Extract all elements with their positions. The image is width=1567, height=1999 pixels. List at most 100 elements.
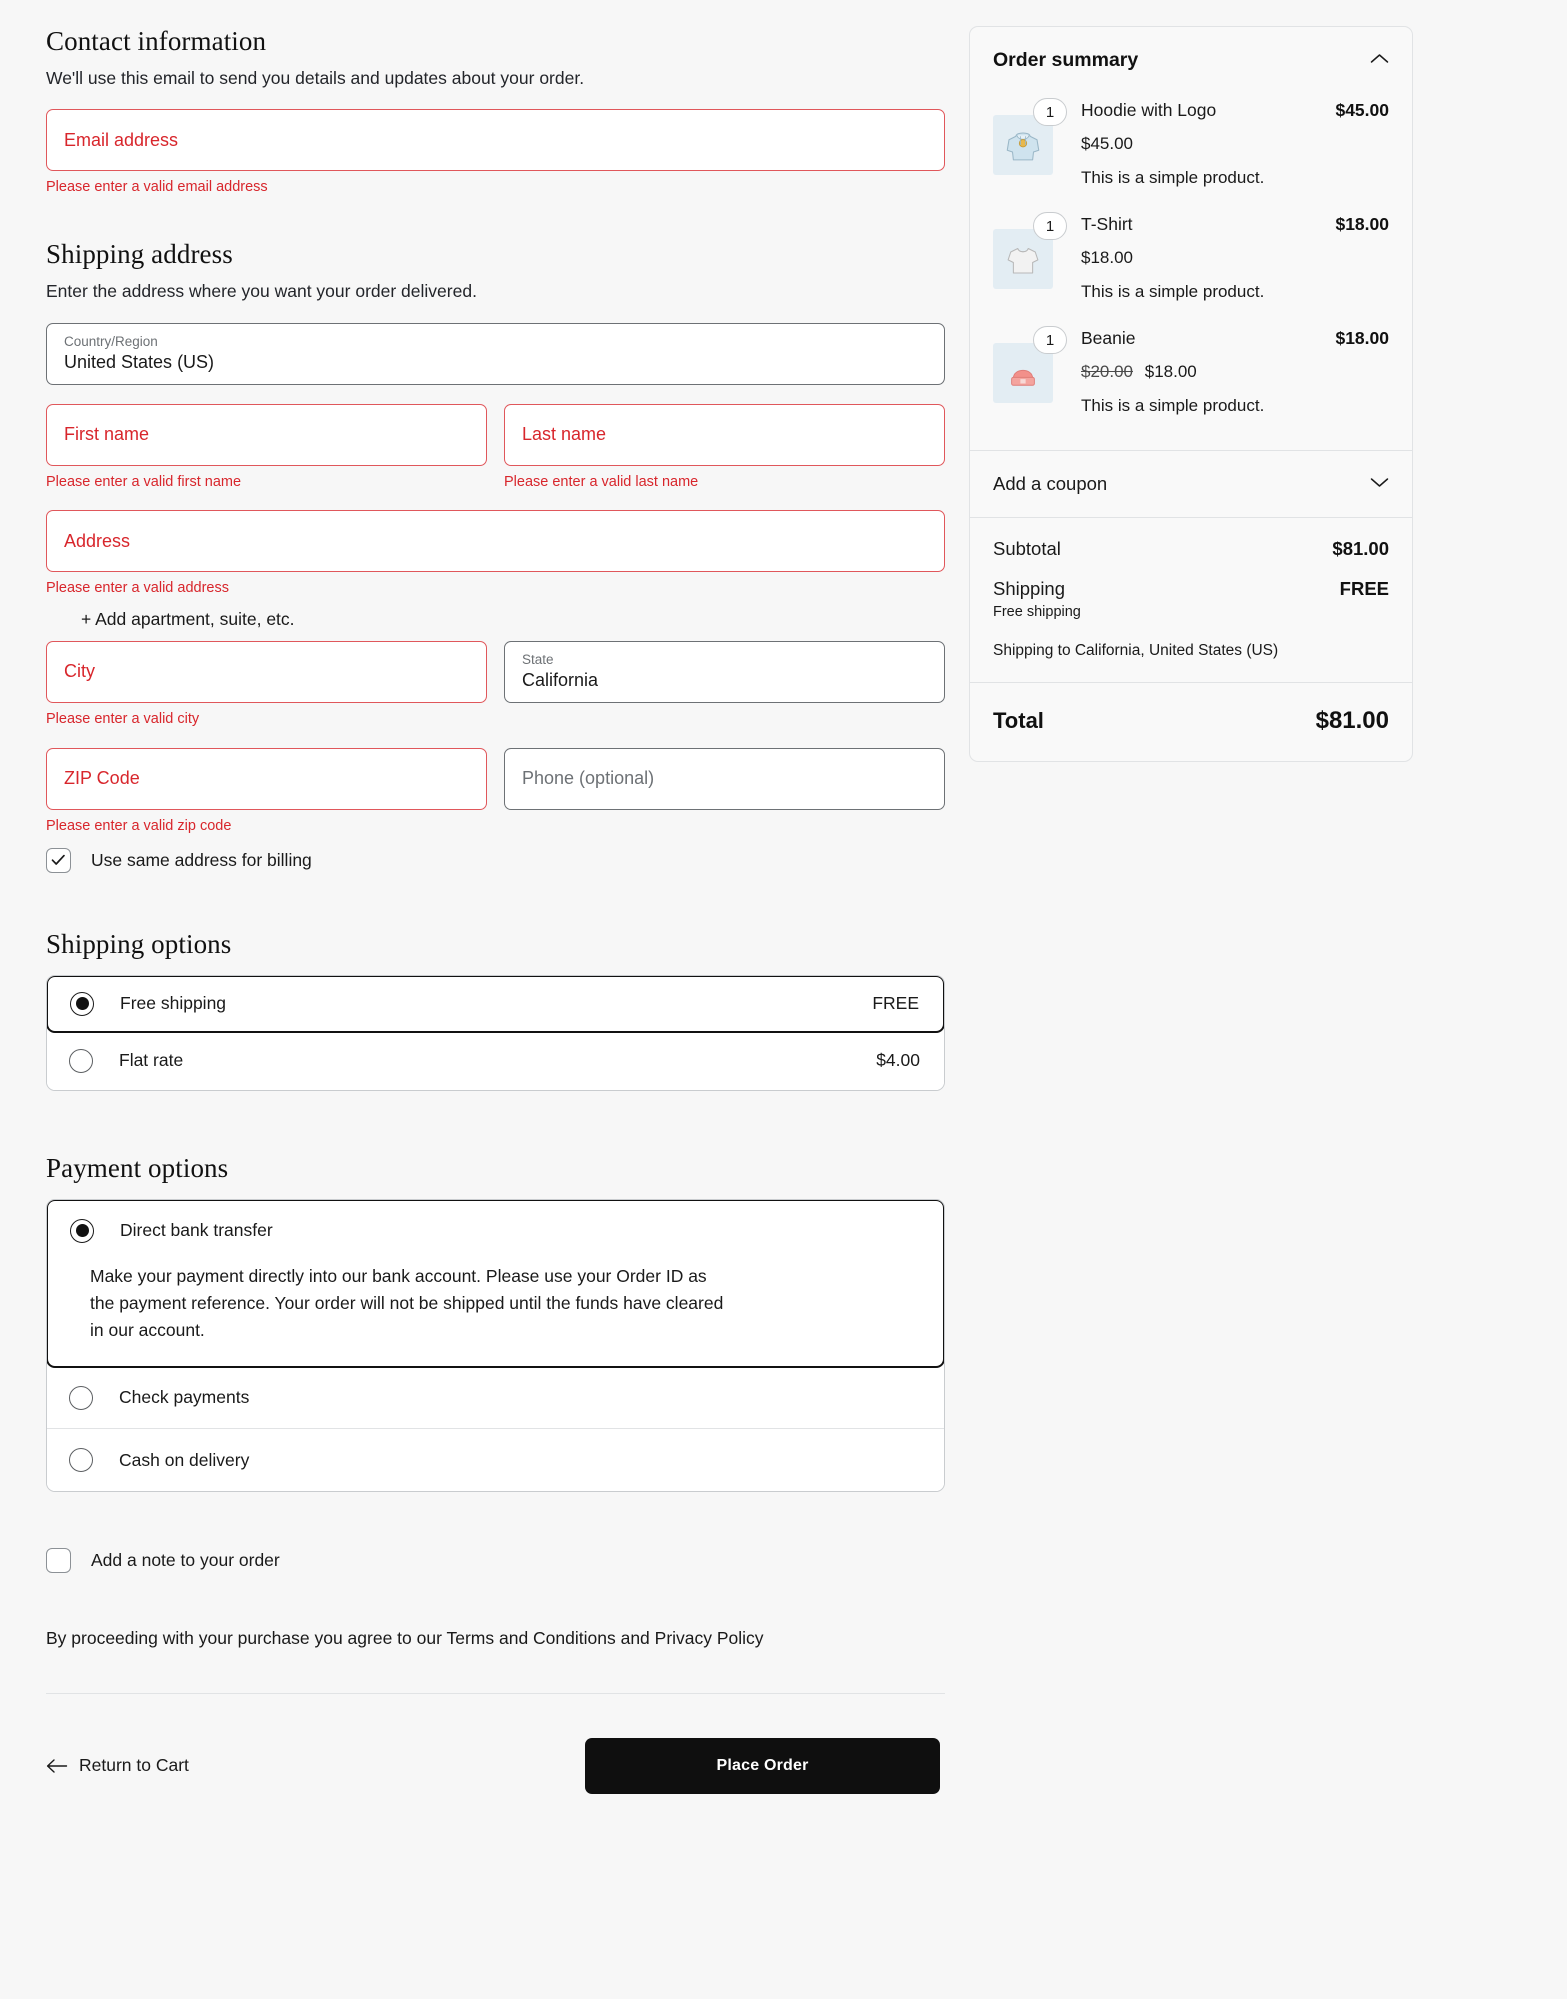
country-region-label: Country/Region — [64, 333, 158, 349]
terms-text: By proceeding with your purchase you agr… — [46, 1628, 764, 1649]
billing-same-address-label: Use same address for billing — [91, 849, 312, 870]
payment-option-cash-on-delivery-label: Cash on delivery — [119, 1449, 250, 1470]
email-error-message: Please enter a valid email address — [46, 179, 268, 196]
zip-code-error-message: Please enter a valid zip code — [46, 818, 232, 835]
last-name-placeholder: Last name — [522, 423, 607, 444]
order-item-qty-badge: 1 — [1033, 326, 1067, 354]
order-summary-items: 1 Hoodie with Logo $45.00 $45.00 This is… — [970, 78, 1412, 450]
order-item-total: $18.00 — [1335, 328, 1389, 348]
state-select[interactable]: State California — [504, 641, 945, 704]
order-item: 1 T-Shirt $18.00 $18.00 This is a simple… — [993, 202, 1389, 316]
shipping-address-description: Enter the address where you want your or… — [46, 281, 477, 302]
order-item-unit-price: $18.00 — [1081, 248, 1133, 267]
shipping-option-flat-rate-label: Flat rate — [119, 1050, 184, 1071]
shipping-option-free-shipping[interactable]: Free shipping FREE — [47, 975, 944, 1033]
order-note-label: Add a note to your order — [91, 1550, 280, 1571]
order-summary-header[interactable]: Order summary — [970, 27, 1412, 78]
shipping-destination: Shipping to California, United States (U… — [993, 642, 1279, 659]
email-field[interactable]: Email address — [46, 109, 945, 172]
order-item-note: This is a simple product. — [1081, 168, 1265, 187]
state-value: California — [522, 670, 599, 691]
shipping-option-flat-rate-radio[interactable] — [69, 1048, 93, 1073]
payment-options-group: Direct bank transfer Make your payment d… — [46, 1198, 945, 1493]
shipping-options-section: Shipping options Free shipping FREE Flat… — [46, 929, 945, 1091]
return-to-cart-link[interactable]: Return to Cart — [46, 1755, 189, 1776]
checkmark-icon — [51, 855, 65, 866]
zip-code-placeholder: ZIP Code — [64, 768, 140, 789]
payment-option-check-payments-label: Check payments — [119, 1387, 250, 1408]
shipping-label: Shipping — [993, 578, 1066, 599]
shipping-option-free-shipping-radio[interactable] — [70, 991, 94, 1016]
place-order-button[interactable]: Place Order — [585, 1737, 940, 1794]
order-item-name: Beanie — [1081, 328, 1136, 348]
order-item-body: Hoodie with Logo $45.00 $45.00 This is a… — [1053, 98, 1389, 188]
footer-actions: Return to Cart Place Order — [46, 1694, 945, 1844]
order-summary-title: Order summary — [993, 49, 1139, 71]
order-totals: Subtotal $81.00 Shipping FREE Free shipp… — [970, 518, 1412, 683]
shipping-options-title: Shipping options — [46, 928, 232, 959]
payment-option-check-payments[interactable]: Check payments — [47, 1367, 944, 1430]
first-name-field[interactable]: First name — [46, 403, 487, 466]
subtotal-value: $81.00 — [1332, 538, 1389, 559]
address-field[interactable]: Address — [46, 510, 945, 573]
shipping-option-flat-rate[interactable]: Flat rate $4.00 — [47, 1031, 944, 1090]
return-to-cart-label: Return to Cart — [79, 1755, 189, 1776]
phone-field[interactable]: Phone (optional) — [504, 748, 945, 811]
subtotal-row: Subtotal $81.00 — [993, 538, 1389, 560]
shipping-address-title: Shipping address — [46, 239, 233, 270]
country-region-select[interactable]: Country/Region United States (US) — [46, 322, 945, 385]
payment-option-direct-bank-transfer-radio[interactable] — [70, 1218, 94, 1243]
shipping-row: Shipping FREE — [993, 578, 1389, 600]
arrow-left-icon — [46, 1758, 68, 1773]
order-item-note: This is a simple product. — [1081, 396, 1265, 415]
billing-same-address-checkbox[interactable] — [46, 847, 71, 873]
address-placeholder: Address — [64, 530, 131, 551]
chevron-up-icon[interactable] — [1370, 52, 1389, 70]
order-item-sale-price: $18.00 — [1144, 362, 1197, 381]
city-field[interactable]: City — [46, 641, 487, 704]
order-item-qty-badge: 1 — [1033, 212, 1067, 240]
order-item: 1 Hoodie with Logo $45.00 $45.00 This is… — [993, 88, 1389, 202]
payment-options-section: Payment options Direct bank transfer Mak… — [46, 1152, 945, 1493]
payment-option-cash-on-delivery[interactable]: Cash on delivery — [47, 1429, 944, 1492]
order-item-price: $18.00 — [1081, 248, 1389, 268]
order-item-original-price: $20.00 — [1081, 362, 1133, 381]
order-item-body: Beanie $18.00 $20.00 $18.00 This is a si… — [1053, 326, 1389, 416]
add-coupon-label: Add a coupon — [993, 473, 1108, 494]
add-coupon-row[interactable]: Add a coupon — [970, 450, 1412, 518]
last-name-field[interactable]: Last name — [504, 403, 945, 466]
payment-option-direct-bank-transfer-description: Make your payment directly into our bank… — [90, 1265, 724, 1341]
order-item-thumb-wrap: 1 — [993, 326, 1067, 403]
address-error-message: Please enter a valid address — [46, 580, 229, 597]
billing-same-address-row[interactable]: Use same address for billing — [46, 847, 945, 873]
contact-information-title: Contact information — [46, 26, 267, 56]
chevron-down-icon[interactable] — [1370, 475, 1389, 493]
contact-information-description: We'll use this email to send you details… — [46, 68, 585, 88]
order-item: 1 Beanie $18.00 $20.00 $18.00 This is a … — [993, 316, 1389, 430]
payment-option-check-payments-radio[interactable] — [69, 1385, 93, 1410]
order-note-row[interactable]: Add a note to your order — [46, 1548, 945, 1574]
last-name-error-message: Please enter a valid last name — [504, 473, 699, 490]
payment-option-direct-bank-transfer[interactable]: Direct bank transfer Make your payment d… — [47, 1199, 944, 1369]
city-error-message: Please enter a valid city — [46, 711, 200, 728]
checkout-page: Contact information We'll use this email… — [0, 0, 1567, 1999]
shipping-option-flat-rate-price: $4.00 — [876, 1050, 920, 1071]
add-apartment-link[interactable]: + Add apartment, suite, etc. — [46, 598, 295, 641]
order-item-unit-price: $45.00 — [1081, 134, 1133, 153]
order-item-total: $45.00 — [1335, 100, 1389, 120]
shipping-option-free-shipping-price: FREE — [872, 993, 919, 1014]
order-item-body: T-Shirt $18.00 $18.00 This is a simple p… — [1053, 212, 1389, 302]
payment-options-title: Payment options — [46, 1152, 229, 1183]
order-note-checkbox[interactable] — [46, 1548, 71, 1574]
order-item-price: $45.00 — [1081, 134, 1389, 154]
email-field-placeholder: Email address — [64, 129, 179, 150]
order-item-qty-badge: 1 — [1033, 98, 1067, 126]
payment-option-cash-on-delivery-radio[interactable] — [69, 1448, 93, 1473]
order-item-thumb-wrap: 1 — [993, 98, 1067, 175]
zip-code-field[interactable]: ZIP Code — [46, 748, 487, 811]
order-item-note: This is a simple product. — [1081, 282, 1265, 301]
state-label: State — [522, 652, 554, 668]
order-total-value: $81.00 — [1315, 707, 1389, 734]
order-item-total: $18.00 — [1335, 214, 1389, 234]
order-total-label: Total — [993, 708, 1044, 733]
